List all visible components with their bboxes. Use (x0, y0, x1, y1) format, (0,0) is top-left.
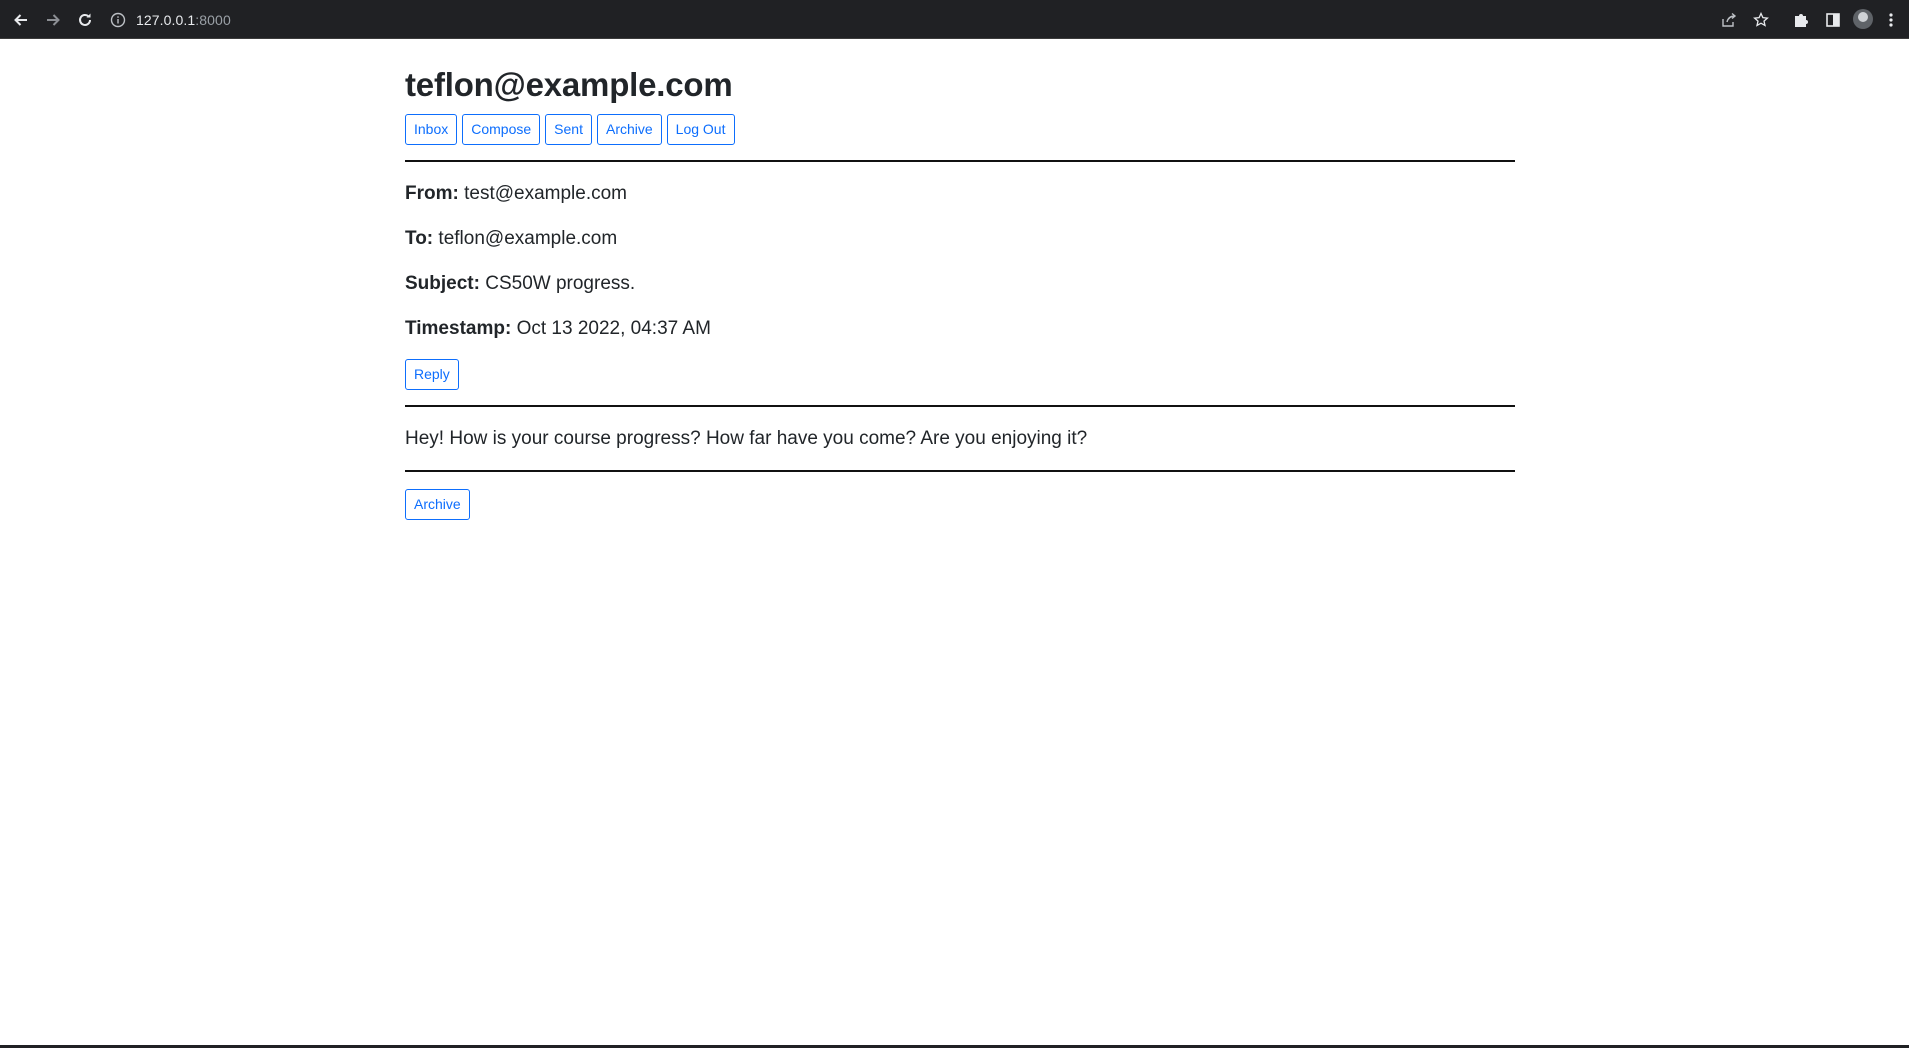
user-email-heading: teflon@example.com (405, 66, 733, 103)
browser-toolbar: 127.0.0.1:8000 (0, 0, 1909, 39)
subject-label: Subject: (405, 273, 480, 294)
extensions-puzzle-icon[interactable] (1788, 7, 1814, 33)
timestamp-value: Oct 13 2022, 04:37 AM (516, 318, 711, 339)
reply-button[interactable]: Reply (405, 359, 459, 390)
archive-email-button[interactable]: Archive (405, 489, 470, 520)
reload-icon[interactable] (72, 7, 98, 33)
mail-page: teflon@example.com Inbox Compose Sent Ar… (405, 39, 1515, 520)
logout-button[interactable]: Log Out (666, 114, 735, 145)
sent-button[interactable]: Sent (545, 114, 592, 145)
inbox-button[interactable]: Inbox (405, 114, 458, 145)
from-value: test@example.com (464, 183, 628, 204)
bookmark-star-icon[interactable] (1748, 7, 1774, 33)
to-value: teflon@example.com (438, 228, 618, 249)
to-label: To: (405, 228, 434, 249)
timestamp-label: Timestamp: (405, 318, 512, 339)
from-field: From: test@example.com (405, 182, 1515, 206)
subject-value: CS50W progress. (485, 273, 636, 294)
archive-container: Archive (405, 489, 1515, 520)
subject-field: Subject: CS50W progress. (405, 272, 1515, 296)
timestamp-field: Timestamp: Oct 13 2022, 04:37 AM (405, 317, 1515, 341)
profile-avatar[interactable] (1853, 9, 1873, 29)
mail-nav: Inbox Compose Sent Archive Log Out (405, 114, 1515, 145)
url-text: 127.0.0.1:8000 (136, 12, 231, 28)
compose-button[interactable]: Compose (462, 114, 541, 145)
to-field: To: teflon@example.com (405, 227, 1515, 251)
archive-nav-button[interactable]: Archive (596, 114, 662, 145)
divider (405, 470, 1515, 472)
kebab-menu-icon[interactable] (1878, 7, 1904, 33)
divider (405, 160, 1515, 162)
url-port: :8000 (195, 12, 231, 28)
address-bar[interactable]: 127.0.0.1:8000 (110, 5, 1750, 35)
from-label: From: (405, 183, 459, 204)
reply-container: Reply (405, 359, 1515, 390)
side-panel-icon[interactable] (1820, 7, 1846, 33)
share-icon[interactable] (1716, 7, 1742, 33)
site-info-icon[interactable] (110, 12, 126, 28)
back-arrow-icon[interactable] (8, 7, 34, 33)
email-body: Hey! How is your course progress? How fa… (405, 428, 1088, 449)
forward-arrow-icon[interactable] (40, 7, 66, 33)
divider (405, 405, 1515, 407)
url-host: 127.0.0.1 (136, 12, 196, 28)
